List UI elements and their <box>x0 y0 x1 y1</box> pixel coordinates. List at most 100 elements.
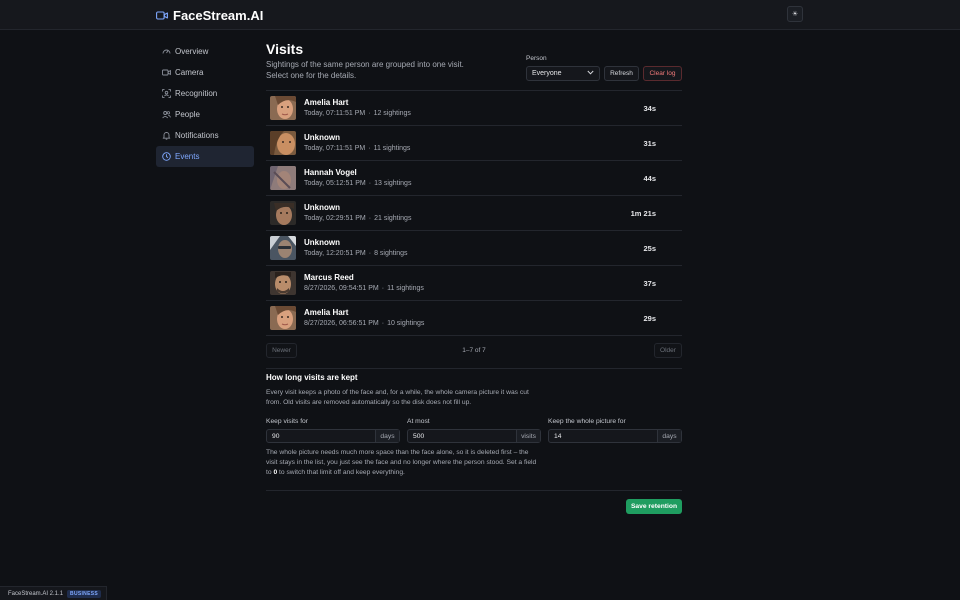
visit-row[interactable]: Hannah Vogel Today, 05:12:51 PM · 13 sight… <box>266 161 682 196</box>
sidebar-item-notifications[interactable]: Notifications <box>156 125 254 146</box>
keep-picture-label: Keep the whole picture for <box>548 418 626 425</box>
page-count: 1–7 of 7 <box>462 347 486 354</box>
keep-visits-value[interactable]: 90 <box>267 430 375 442</box>
sidebar-item-overview[interactable]: Overview <box>156 41 254 62</box>
app-name: FaceStream.AI <box>173 8 264 23</box>
visit-sightings: 12 sightings <box>373 110 411 117</box>
visit-row[interactable]: Unknown Today, 02:29:51 PM · 21 sightings … <box>266 196 682 231</box>
divider <box>266 490 682 491</box>
visit-time: 8/27/2026, 06:56:51 PM <box>304 320 379 327</box>
max-visits-unit: visits <box>516 430 540 442</box>
version-label: FaceStream.AI 2.1.1 <box>8 590 64 597</box>
person-filter-label: Person <box>526 55 547 62</box>
sidebar-item-people[interactable]: People <box>156 104 254 125</box>
version-footer: FaceStream.AI 2.1.1 BUSINESS <box>0 586 107 600</box>
retention-description: Every visit keeps a photo of the face an… <box>266 389 529 406</box>
visit-name: Unknown <box>304 133 340 142</box>
visit-time: Today, 02:29:51 PM <box>304 215 366 222</box>
save-retention-button[interactable]: Save retention <box>626 499 682 514</box>
visit-name: Unknown <box>304 238 340 247</box>
visit-sightings: 21 sightings <box>374 215 412 222</box>
visit-duration: 25s <box>643 244 656 253</box>
sidebar-item-events[interactable]: Events <box>156 146 254 167</box>
person-filter-select[interactable]: Everyone <box>526 66 600 81</box>
face-thumbnail <box>270 131 296 155</box>
visit-meta: 8/27/2026, 09:54:51 PM · 11 sightings <box>304 285 424 292</box>
top-bar: FaceStream.AI ☀ <box>0 0 960 30</box>
face-thumbnail <box>270 236 296 260</box>
visit-time: Today, 07:11:51 PM <box>304 145 366 152</box>
video-camera-icon <box>156 9 168 23</box>
sidebar-item-recognition[interactable]: Recognition <box>156 83 254 104</box>
visit-time: Today, 07:11:51 PM <box>304 110 366 117</box>
clear-log-button[interactable]: Clear log <box>643 66 682 81</box>
max-visits-value[interactable]: 500 <box>408 430 516 442</box>
keep-picture-field[interactable]: 14 days <box>548 429 682 443</box>
refresh-button[interactable]: Refresh <box>604 66 639 81</box>
chevron-down-icon <box>587 70 594 77</box>
max-visits-field[interactable]: 500 visits <box>407 429 541 443</box>
visit-name: Amelia Hart <box>304 308 349 317</box>
theme-toggle-button[interactable]: ☀ <box>787 6 803 22</box>
older-button[interactable]: Older <box>654 343 682 358</box>
visit-meta: Today, 07:11:51 PM · 12 sightings <box>304 110 411 117</box>
face-thumbnail <box>270 271 296 295</box>
face-thumbnail <box>270 306 296 330</box>
visit-row[interactable]: Marcus Reed 8/27/2026, 09:54:51 PM · 11 si… <box>266 266 682 301</box>
visit-time: Today, 12:20:51 PM <box>304 250 366 257</box>
visit-meta: Today, 07:11:51 PM · 11 sightings <box>304 145 411 152</box>
keep-visits-field[interactable]: 90 days <box>266 429 400 443</box>
max-visits-label: At most <box>407 418 430 425</box>
face-thumbnail <box>270 201 296 225</box>
visit-duration: 37s <box>643 279 656 288</box>
keep-visits-label: Keep visits for <box>266 418 308 425</box>
visit-meta: Today, 12:20:51 PM · 8 sightings <box>304 250 408 257</box>
dashboard-icon <box>162 47 171 56</box>
visit-list: Amelia Hart Today, 07:11:51 PM · 12 sighti… <box>266 90 682 336</box>
face-thumbnail <box>270 96 296 120</box>
visit-duration: 31s <box>643 139 656 148</box>
recognition-icon <box>162 88 171 98</box>
keep-picture-value[interactable]: 14 <box>549 430 657 442</box>
sidebar-item-camera[interactable]: Camera <box>156 62 254 83</box>
visit-meta: 8/27/2026, 06:56:51 PM · 10 sightings <box>304 320 425 327</box>
sidebar-item-label: Events <box>175 151 200 161</box>
visit-sightings: 13 sightings <box>374 180 412 187</box>
pagination: Newer 1–7 of 7 Older <box>266 343 682 358</box>
visit-row[interactable]: Amelia Hart Today, 07:11:51 PM · 12 sighti… <box>266 91 682 126</box>
sidebar-item-label: Recognition <box>175 88 218 98</box>
page-title: Visits <box>266 41 304 57</box>
visit-row[interactable]: Amelia Hart 8/27/2026, 06:56:51 PM · 10 si… <box>266 301 682 336</box>
face-thumbnail <box>270 166 296 190</box>
sidebar-item-label: Overview <box>175 46 209 56</box>
visit-row[interactable]: Unknown Today, 07:11:51 PM · 11 sightings … <box>266 126 682 161</box>
visit-row[interactable]: Unknown Today, 12:20:51 PM · 8 sightings 2… <box>266 231 682 266</box>
retention-title: How long visits are kept <box>266 373 358 382</box>
visit-meta: Today, 05:12:51 PM · 13 sightings <box>304 180 412 187</box>
edition-badge: BUSINESS <box>67 589 101 598</box>
visit-name: Marcus Reed <box>304 273 354 282</box>
brand[interactable]: FaceStream.AI <box>156 8 263 23</box>
clock-icon <box>162 152 171 161</box>
sun-icon: ☀ <box>791 11 799 18</box>
keep-visits-unit: days <box>375 430 399 442</box>
people-icon <box>162 110 171 119</box>
visit-name: Unknown <box>304 203 340 212</box>
visit-meta: Today, 02:29:51 PM · 21 sightings <box>304 215 412 222</box>
page-subtitle: Sightings of the same person are grouped… <box>266 60 464 80</box>
visit-duration: 1m 21s <box>630 209 656 218</box>
divider <box>266 368 682 369</box>
visit-sightings: 11 sightings <box>387 285 424 292</box>
visit-duration: 29s <box>643 314 656 323</box>
sidebar: Overview Camera Recognition People Notif… <box>156 41 254 167</box>
bell-icon <box>162 131 171 140</box>
sidebar-item-label: People <box>175 109 200 119</box>
visit-time: Today, 05:12:51 PM <box>304 180 366 187</box>
visit-sightings: 11 sightings <box>373 145 411 152</box>
visit-duration: 34s <box>643 104 656 113</box>
visit-sightings: 10 sightings <box>387 320 425 327</box>
sidebar-item-label: Camera <box>175 67 204 77</box>
camera-icon <box>162 68 171 77</box>
sidebar-item-label: Notifications <box>175 130 219 140</box>
visit-sightings: 8 sightings <box>374 250 408 257</box>
